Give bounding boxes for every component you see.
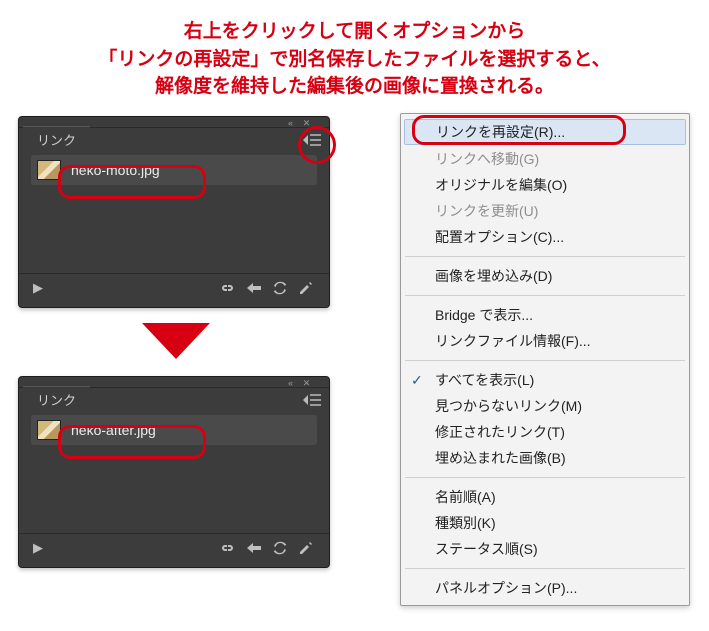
- menu-separator: [405, 295, 685, 296]
- edit-original-icon[interactable]: [293, 278, 319, 298]
- instruction-caption: 右上をクリックして開くオプションから 「リンクの再設定」で別名保存したファイルを…: [0, 0, 709, 109]
- link-row[interactable]: neko-after.jpg: [31, 415, 317, 445]
- tab-links[interactable]: リンク: [23, 126, 90, 153]
- link-filename: neko-moto.jpg: [71, 162, 160, 178]
- menu-item-sort-by-name[interactable]: 名前順(A): [401, 484, 689, 510]
- menu-item-sort-by-kind[interactable]: 種類別(K): [401, 510, 689, 536]
- links-panel-after: « ✕ リンク neko-after.jpg ▶: [18, 376, 330, 568]
- links-list: neko-moto.jpg: [19, 151, 329, 185]
- panel-context-menu: リンクを再設定(R)... リンクへ移動(G) オリジナルを編集(O) リンクを…: [400, 113, 690, 606]
- panel-footer: ▶: [19, 533, 329, 561]
- menu-separator: [405, 568, 685, 569]
- nav-next-icon[interactable]: ▶: [19, 540, 57, 556]
- panel-flyout-button[interactable]: [299, 389, 325, 411]
- menu-item-show-embedded[interactable]: 埋め込まれた画像(B): [401, 445, 689, 471]
- link-thumbnail: [37, 420, 61, 440]
- menu-item-reveal-in-bridge[interactable]: Bridge で表示...: [401, 302, 689, 328]
- tab-links[interactable]: リンク: [23, 386, 90, 413]
- menu-item-place-options[interactable]: 配置オプション(C)...: [401, 224, 689, 250]
- down-arrow-icon: [142, 323, 210, 359]
- relink-icon[interactable]: [215, 278, 241, 298]
- menu-separator: [405, 477, 685, 478]
- edit-original-icon[interactable]: [293, 538, 319, 558]
- panel-tabbar: リンク: [19, 387, 329, 411]
- links-list: neko-after.jpg: [19, 411, 329, 445]
- menu-separator: [405, 360, 685, 361]
- menu-item-show-missing[interactable]: 見つからないリンク(M): [401, 393, 689, 419]
- caption-line: 「リンクの再設定」で別名保存したファイルを選択すると、: [0, 46, 709, 74]
- caption-line: 右上をクリックして開くオプションから: [0, 18, 709, 46]
- panel-flyout-button[interactable]: [299, 129, 325, 151]
- menu-item-relink[interactable]: リンクを再設定(R)...: [404, 119, 686, 145]
- panel-footer: ▶: [19, 273, 329, 301]
- menu-item-label: すべてを表示(L): [435, 370, 534, 390]
- update-link-icon[interactable]: [267, 538, 293, 558]
- menu-item-edit-original[interactable]: オリジナルを編集(O): [401, 172, 689, 198]
- nav-next-icon[interactable]: ▶: [19, 280, 57, 296]
- goto-link-icon[interactable]: [241, 278, 267, 298]
- menu-item-panel-options[interactable]: パネルオプション(P)...: [401, 575, 689, 601]
- checkmark-icon: ✓: [411, 372, 423, 389]
- menu-item-sort-by-status[interactable]: ステータス順(S): [401, 536, 689, 562]
- menu-separator: [405, 256, 685, 257]
- panel-tabbar: リンク: [19, 127, 329, 151]
- update-link-icon[interactable]: [267, 278, 293, 298]
- link-row[interactable]: neko-moto.jpg: [31, 155, 317, 185]
- caption-line: 解像度を維持した編集後の画像に置換される。: [0, 73, 709, 101]
- links-panel-before: « ✕ リンク neko-moto.jpg ▶: [18, 116, 330, 308]
- relink-icon[interactable]: [215, 538, 241, 558]
- link-filename: neko-after.jpg: [71, 422, 156, 438]
- link-thumbnail: [37, 160, 61, 180]
- menu-item-link-file-info[interactable]: リンクファイル情報(F)...: [401, 328, 689, 354]
- menu-item-show-modified[interactable]: 修正されたリンク(T): [401, 419, 689, 445]
- menu-item-goto-link[interactable]: リンクへ移動(G): [401, 146, 689, 172]
- menu-item-embed-image[interactable]: 画像を埋め込み(D): [401, 263, 689, 289]
- menu-item-show-all[interactable]: ✓ すべてを表示(L): [401, 367, 689, 393]
- goto-link-icon[interactable]: [241, 538, 267, 558]
- menu-item-update-link[interactable]: リンクを更新(U): [401, 198, 689, 224]
